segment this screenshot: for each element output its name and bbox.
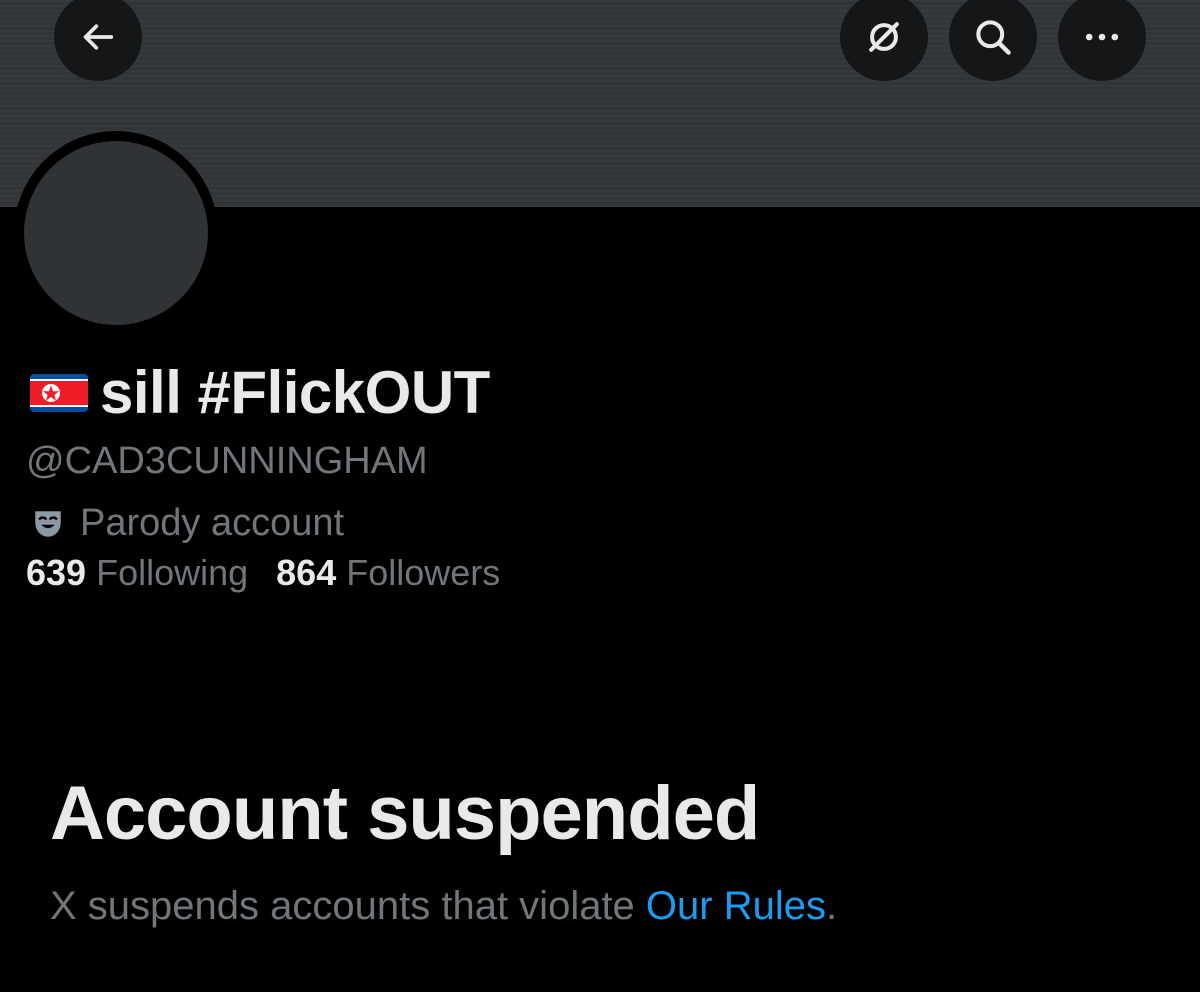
suspension-title: Account suspended bbox=[50, 771, 760, 856]
following-stat[interactable]: 639 Following bbox=[26, 552, 248, 594]
search-icon bbox=[976, 20, 1011, 55]
suspension-description-text: X suspends accounts that violate bbox=[50, 884, 646, 928]
display-name: sill #FlickOUT bbox=[100, 359, 490, 426]
our-rules-link[interactable]: Our Rules bbox=[646, 884, 826, 928]
north-korea-flag-icon bbox=[30, 374, 88, 412]
following-count: 639 bbox=[26, 552, 87, 593]
follow-stats: 639 Following 864 Followers bbox=[26, 552, 500, 594]
parody-mask-icon bbox=[35, 510, 61, 537]
avatar-frame bbox=[14, 131, 218, 335]
profile-name-row: sill #FlickOUT bbox=[30, 360, 490, 426]
parody-label: Parody account bbox=[30, 502, 344, 545]
followers-stat[interactable]: 864 Followers bbox=[276, 552, 500, 594]
following-label: Following bbox=[96, 552, 249, 593]
followers-count: 864 bbox=[276, 552, 337, 593]
profile-handle: @CAD3CUNNINGHAM bbox=[26, 440, 428, 482]
avatar[interactable] bbox=[24, 141, 208, 325]
suspension-description: X suspends accounts that violate Our Rul… bbox=[50, 884, 837, 929]
followers-label: Followers bbox=[346, 552, 501, 593]
more-horizontal-icon bbox=[1085, 33, 1119, 41]
suspension-description-period: . bbox=[825, 884, 838, 928]
arrow-left-icon bbox=[83, 24, 114, 50]
grok-icon bbox=[869, 22, 899, 52]
parody-label-text: Parody account bbox=[80, 502, 345, 544]
